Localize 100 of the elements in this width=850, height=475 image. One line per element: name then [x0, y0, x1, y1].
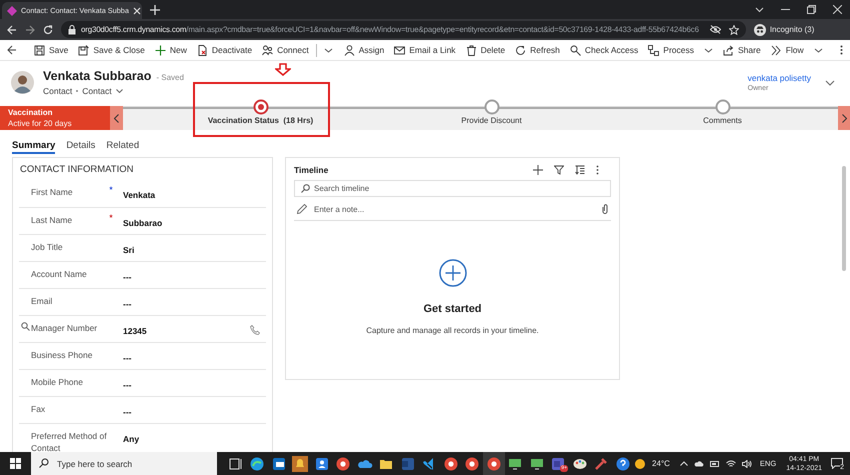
section-title: CONTACT INFORMATION — [19, 163, 134, 177]
field-value[interactable]: --- — [123, 289, 132, 309]
field-value[interactable]: Venkata — [123, 180, 156, 200]
more-icon[interactable] — [596, 165, 599, 175]
command-button[interactable]: Deactivate — [192, 41, 258, 59]
windows-icon[interactable] — [10, 458, 21, 469]
message-icon — [831, 458, 843, 469]
chevron-down-icon — [814, 48, 823, 52]
cloud-icon[interactable] — [694, 460, 704, 467]
star-icon[interactable] — [728, 24, 739, 34]
field-value[interactable]: --- — [123, 370, 132, 390]
taskbar-search-field[interactable]: Type here to search — [31, 452, 217, 475]
next-button[interactable] — [838, 106, 850, 130]
field-value[interactable]: --- — [123, 262, 132, 282]
phone-icon[interactable] — [250, 325, 260, 335]
taskbar-app-button[interactable] — [483, 452, 504, 475]
command-button[interactable]: Refresh — [510, 41, 565, 59]
incognito-icon — [754, 24, 766, 36]
forward-icon[interactable] — [25, 24, 35, 34]
form-tab[interactable]: Related — [106, 138, 140, 154]
back-icon[interactable] — [7, 45, 17, 55]
stage-label[interactable]: Vaccination Status (18 Hrs) — [208, 116, 314, 125]
app-logo-icon — [7, 6, 17, 16]
plus-icon — [154, 44, 166, 56]
browser-icon — [464, 456, 480, 472]
team-app-icon — [550, 456, 566, 472]
target-icon[interactable] — [252, 99, 268, 115]
chevron-down-icon — [324, 48, 333, 52]
task-view-icon — [228, 456, 244, 472]
chevron-down-icon — [116, 89, 123, 93]
command-button[interactable]: Process — [643, 41, 718, 59]
stage-label[interactable]: Provide Discount — [461, 116, 522, 125]
eye-slash-icon[interactable] — [710, 25, 721, 34]
profile-button[interactable]: Incognito (3) — [754, 24, 814, 36]
timeline-title: Timeline — [294, 165, 328, 175]
magnifier-icon — [570, 44, 581, 56]
command-button[interactable]: Check Access — [564, 41, 644, 59]
chevron-left-icon — [114, 114, 119, 122]
temperature[interactable]: 24°C — [652, 459, 670, 468]
field-value[interactable]: Any — [123, 424, 140, 444]
form-selector[interactable]: Contact — [82, 86, 123, 96]
previous-button[interactable] — [110, 106, 123, 130]
battery-icon[interactable] — [710, 460, 720, 466]
field-value[interactable]: --- — [123, 397, 132, 417]
restore-icon[interactable] — [807, 5, 816, 14]
note-field[interactable]: Enter a note... — [294, 198, 611, 221]
field-label: First Name — [31, 186, 73, 198]
more-icon[interactable] — [840, 45, 843, 55]
field-value[interactable]: Subbarao — [123, 208, 162, 228]
pencil-icon — [297, 204, 307, 214]
search-field[interactable]: Search timeline — [294, 180, 611, 197]
chevron-down-icon[interactable] — [825, 80, 835, 86]
trash-icon — [466, 44, 477, 56]
flow-icon — [770, 44, 782, 56]
reload-icon[interactable] — [43, 24, 53, 34]
down-arrow-icon — [275, 63, 291, 76]
field-value[interactable]: 12345 — [123, 316, 147, 336]
owner-link[interactable]: venkata polisetty — [748, 73, 811, 83]
field-label: Job Title — [31, 241, 63, 254]
field-value[interactable]: --- — [123, 343, 132, 363]
chevron-up-icon[interactable] — [680, 461, 688, 466]
refresh-icon — [515, 44, 526, 56]
scrollbar[interactable] — [842, 166, 846, 271]
mail-app-icon — [270, 456, 287, 472]
command-button[interactable]: Email a Link — [389, 41, 461, 59]
command-button[interactable]: Connect — [257, 41, 314, 59]
close-icon[interactable] — [833, 5, 842, 14]
sort-icon[interactable] — [575, 165, 585, 175]
command-button[interactable]: Save — [29, 41, 74, 59]
circle-icon[interactable] — [714, 99, 730, 115]
speaker-icon[interactable] — [742, 460, 752, 468]
filter-icon[interactable] — [554, 165, 564, 175]
paperclip-icon[interactable] — [602, 204, 608, 214]
chevron-down-icon — [704, 48, 714, 52]
form-tab[interactable]: Summary — [12, 138, 56, 154]
stage-label[interactable]: Comments — [703, 116, 742, 125]
field-label: Last Name — [31, 214, 72, 226]
command-button[interactable]: Assign — [338, 41, 390, 59]
bell-icon — [292, 456, 308, 472]
share-icon — [723, 44, 734, 56]
save-icon — [34, 44, 45, 56]
plus-icon[interactable] — [533, 165, 543, 175]
field-value[interactable]: Sri — [123, 235, 134, 255]
save-close-icon — [78, 44, 90, 56]
active-stage-panel[interactable]: Vaccination Active for 20 days — [0, 106, 110, 130]
command-button[interactable]: Share — [718, 41, 766, 59]
command-button[interactable]: Delete — [460, 41, 510, 59]
close-icon[interactable] — [132, 6, 141, 14]
command-button[interactable]: Flow — [766, 41, 828, 59]
circle-icon[interactable] — [484, 99, 500, 115]
field-label: Email — [31, 295, 52, 308]
field-label: Business Phone — [31, 349, 92, 362]
command-button[interactable]: Save & Close — [73, 41, 150, 59]
wifi-icon[interactable] — [726, 460, 736, 468]
avatar-icon — [11, 71, 34, 94]
form-tab[interactable]: Details — [66, 138, 96, 154]
browser-icon — [442, 456, 459, 472]
command-button[interactable]: New — [150, 41, 192, 59]
add-circle-icon[interactable] — [438, 259, 466, 287]
document-icon — [196, 44, 208, 56]
